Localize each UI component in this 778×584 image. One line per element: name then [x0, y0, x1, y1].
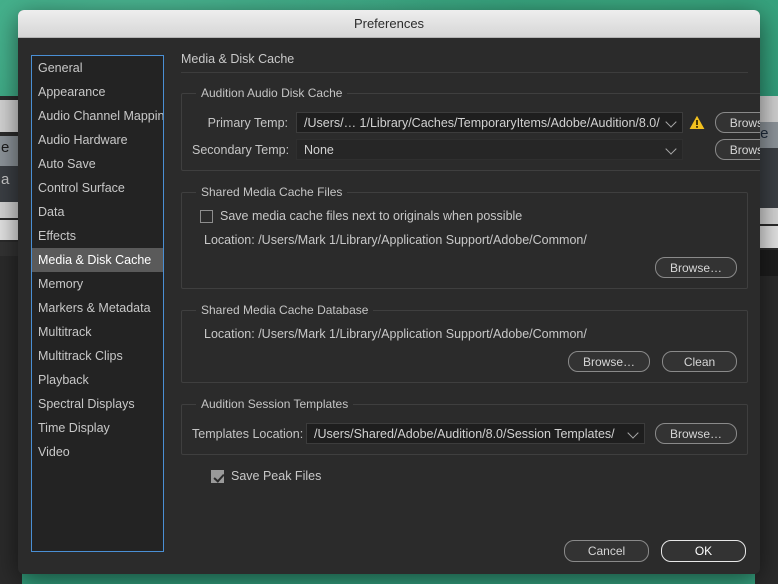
sidebar-item-appearance[interactable]: Appearance: [32, 80, 163, 104]
sidebar-item-control-surface[interactable]: Control Surface: [32, 176, 163, 200]
sidebar-item-multitrack[interactable]: Multitrack: [32, 320, 163, 344]
templates-browse-button[interactable]: Browse…: [654, 423, 737, 444]
preferences-dialog: Preferences General Appearance Audio Chann…: [18, 10, 760, 574]
group-audition-session-templates: Audition Session Templates Templates Loc…: [181, 397, 748, 455]
sidebar-item-label: Multitrack Clips: [38, 349, 123, 363]
group-legend: Audition Session Templates: [201, 397, 349, 411]
save-next-to-originals-checkbox-row[interactable]: Save media cache files next to originals…: [200, 209, 737, 223]
sidebar-item-label: Playback: [38, 373, 89, 387]
warning-icon-placeholder: [689, 142, 705, 157]
cache-database-button-row: Browse… Clean: [192, 351, 737, 372]
warning-icon: [689, 115, 705, 130]
save-next-to-originals-label: Save media cache files next to originals…: [220, 209, 523, 223]
sidebar-item-video[interactable]: Video: [32, 440, 163, 464]
sidebar-item-memory[interactable]: Memory: [32, 272, 163, 296]
sidebar-item-label: Auto Save: [38, 157, 96, 171]
dialog-body: General Appearance Audio Channel Mapping Au…: [18, 38, 760, 574]
group-shared-media-cache-database: Shared Media Cache Database Location: /U…: [181, 303, 748, 383]
primary-temp-dropdown[interactable]: /Users/… 1/Library/Caches/TemporaryItems…: [296, 112, 683, 133]
group-legend: Shared Media Cache Files: [201, 185, 343, 199]
sidebar-item-effects[interactable]: Effects: [32, 224, 163, 248]
sidebar-item-label: Media & Disk Cache: [38, 253, 152, 267]
secondary-temp-dropdown[interactable]: None: [296, 139, 683, 160]
sidebar-item-auto-save[interactable]: Auto Save: [32, 152, 163, 176]
secondary-temp-row: Secondary Temp: None Browse…: [192, 139, 760, 160]
sidebar-item-markers-metadata[interactable]: Markers & Metadata: [32, 296, 163, 320]
dialog-titlebar[interactable]: Preferences: [18, 10, 760, 38]
save-peak-files-row[interactable]: Save Peak Files: [211, 469, 748, 483]
save-peak-files-checkbox[interactable]: [211, 469, 224, 483]
dialog-title: Preferences: [353, 16, 425, 31]
ok-button[interactable]: OK: [661, 540, 746, 562]
templates-location-dropdown[interactable]: /Users/Shared/Adobe/Audition/8.0/Session…: [306, 423, 645, 444]
cache-files-browse-button[interactable]: Browse…: [654, 257, 737, 278]
dialog-footer: Cancel OK: [564, 540, 746, 562]
sidebar-item-audio-channel-mapping[interactable]: Audio Channel Mapping: [32, 104, 163, 128]
secondary-temp-value: None: [304, 142, 334, 157]
templates-location-label: Templates Location:: [192, 426, 304, 441]
sidebar-item-label: Time Display: [38, 421, 110, 435]
sidebar-item-label: Markers & Metadata: [38, 301, 151, 315]
sidebar-item-playback[interactable]: Playback: [32, 368, 163, 392]
sidebar-item-label: Memory: [38, 277, 84, 291]
sidebar-item-media-disk-cache[interactable]: Media & Disk Cache: [32, 248, 163, 272]
sidebar-item-label: Multitrack: [38, 325, 92, 339]
templates-location-row: Templates Location: /Users/Shared/Adobe/…: [192, 423, 737, 444]
group-audition-audio-disk-cache: Audition Audio Disk Cache Primary Temp: …: [181, 86, 760, 171]
group-shared-media-cache-files: Shared Media Cache Files Save media cach…: [181, 185, 748, 289]
page-title: Media & Disk Cache: [181, 52, 748, 73]
sidebar-item-label: Effects: [38, 229, 76, 243]
cache-database-clean-button[interactable]: Clean: [662, 351, 737, 372]
cache-database-browse-button[interactable]: Browse…: [567, 351, 650, 372]
group-legend: Shared Media Cache Database: [201, 303, 369, 317]
chevron-down-icon: [665, 142, 677, 155]
sidebar-item-time-display[interactable]: Time Display: [32, 416, 163, 440]
sidebar-item-label: Spectral Displays: [38, 397, 135, 411]
sidebar-item-label: Audio Channel Mapping: [38, 109, 164, 123]
chevron-down-icon: [665, 115, 677, 128]
sidebar-item-spectral-displays[interactable]: Spectral Displays: [32, 392, 163, 416]
preferences-category-list[interactable]: General Appearance Audio Channel Mapping Au…: [31, 55, 164, 552]
sidebar-item-label: Control Surface: [38, 181, 125, 195]
cache-database-location: Location: /Users/Mark 1/Library/Applicat…: [204, 327, 587, 341]
sidebar-item-data[interactable]: Data: [32, 200, 163, 224]
save-peak-files-label: Save Peak Files: [231, 469, 322, 483]
secondary-temp-label: Secondary Temp:: [192, 142, 290, 157]
save-next-to-originals-checkbox[interactable]: [200, 209, 213, 223]
sidebar-item-label: Audio Hardware: [38, 133, 128, 147]
sidebar-item-multitrack-clips[interactable]: Multitrack Clips: [32, 344, 163, 368]
sidebar-item-label: Video: [38, 445, 70, 459]
sidebar-item-general[interactable]: General: [32, 56, 163, 80]
templates-location-value: /Users/Shared/Adobe/Audition/8.0/Session…: [314, 426, 615, 441]
sidebar-item-audio-hardware[interactable]: Audio Hardware: [32, 128, 163, 152]
chevron-down-icon: [627, 426, 639, 439]
primary-temp-value: /Users/… 1/Library/Caches/TemporaryItems…: [304, 115, 660, 130]
primary-temp-row: Primary Temp: /Users/… 1/Library/Caches/…: [192, 112, 760, 133]
secondary-temp-browse-button[interactable]: Browse…: [714, 139, 760, 160]
primary-temp-label: Primary Temp:: [207, 115, 288, 130]
cancel-button[interactable]: Cancel: [564, 540, 649, 562]
primary-temp-browse-button[interactable]: Browse…: [714, 112, 760, 133]
preferences-main-panel: Media & Disk Cache Audition Audio Disk C…: [181, 52, 760, 562]
sidebar-item-label: General: [38, 61, 83, 75]
group-legend: Audition Audio Disk Cache: [201, 86, 343, 100]
sidebar-item-label: Data: [38, 205, 65, 219]
cache-files-button-row: Browse…: [192, 257, 737, 278]
sidebar-item-label: Appearance: [38, 85, 106, 99]
cache-files-location: Location: /Users/Mark 1/Library/Applicat…: [204, 233, 587, 247]
